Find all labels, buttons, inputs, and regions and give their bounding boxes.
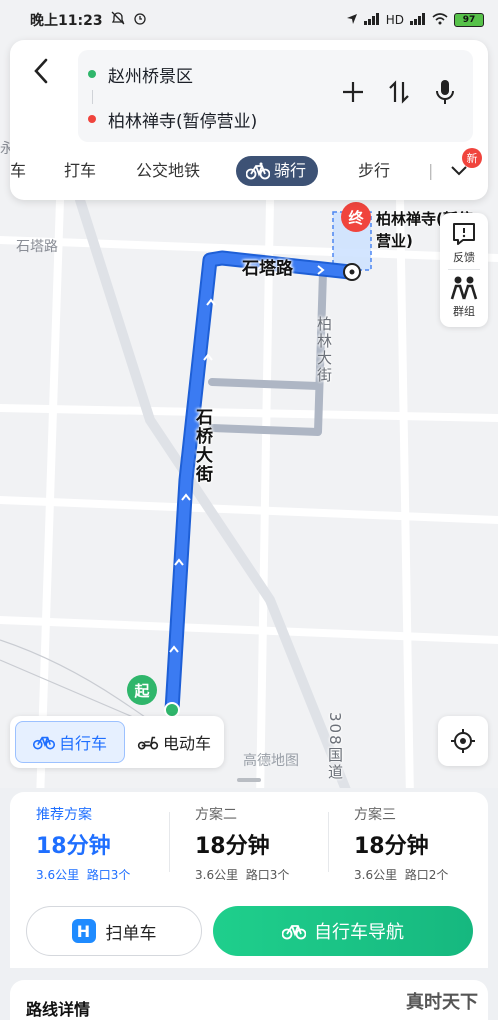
- road-label-guodao: 308国道: [326, 712, 344, 781]
- locate-icon: [451, 729, 475, 753]
- group-icon: [450, 276, 478, 300]
- battery-icon: 97: [454, 13, 484, 27]
- chevron-down-icon: [451, 166, 467, 176]
- swap-route-button[interactable]: [385, 78, 413, 106]
- group-label: 群组: [453, 305, 475, 318]
- bicycle-option-label: 自行车: [58, 734, 107, 753]
- feedback-button[interactable]: 反馈: [440, 221, 488, 265]
- alarm-icon: [133, 11, 147, 29]
- plan-lights: 路口3个: [245, 868, 290, 882]
- plan-title: 方案三: [354, 807, 396, 823]
- bicycle-icon: [32, 736, 55, 750]
- travel-mode-tabs: 车 打车 公交地铁 骑行 步行 | 新: [10, 148, 488, 190]
- tab-walking[interactable]: 步行: [358, 156, 390, 186]
- road-label-shita: 石塔路: [242, 259, 293, 279]
- plan-time: 18分钟: [354, 834, 429, 859]
- tab-partial-car[interactable]: 车: [10, 156, 26, 186]
- plan-distance: 3.6公里: [195, 868, 239, 882]
- start-pin: 起: [127, 675, 157, 705]
- microphone-icon: [436, 80, 454, 104]
- back-button[interactable]: [26, 56, 56, 86]
- destination-text: 柏林禅寺(暂停营业): [108, 111, 258, 132]
- road-label-bailin: 柏林大街: [315, 316, 333, 384]
- tab-cycling-label: 骑行: [274, 161, 307, 180]
- tab-cycling[interactable]: 骑行: [236, 156, 319, 186]
- status-bar: 晚上11:23 HD 97: [0, 0, 498, 40]
- start-navigation-label: 自行车导航: [314, 922, 404, 943]
- destination-field[interactable]: 柏林禅寺(暂停营业): [88, 104, 257, 134]
- map-provider-watermark: 高德地图: [243, 753, 299, 769]
- ebike-option[interactable]: 电动车: [128, 721, 220, 763]
- plan-title: 方案二: [195, 807, 237, 823]
- route-plans: 推荐方案 18分钟 3.6公里 路口3个 方案二 18分钟 3.6公里 路口3个…: [10, 792, 488, 892]
- wifi-icon: [432, 12, 448, 28]
- signal-icon-1: [363, 12, 380, 28]
- plan-distance: 3.6公里: [36, 868, 80, 882]
- plan-lights: 路口3个: [86, 868, 131, 882]
- start-navigation-button[interactable]: 自行车导航: [213, 906, 473, 956]
- map-side-tools: 反馈 群组: [440, 213, 488, 327]
- plus-icon: [343, 82, 363, 102]
- bicycle-icon: [282, 925, 306, 940]
- origin-dot: [88, 70, 96, 78]
- network-type: HD: [385, 13, 404, 27]
- route-separator: [92, 90, 93, 104]
- swap-icon: [389, 80, 409, 104]
- group-button[interactable]: 群组: [440, 275, 488, 319]
- destination-dot: [88, 115, 96, 123]
- plan-time: 18分钟: [36, 834, 111, 859]
- tab-transit[interactable]: 公交地铁: [136, 156, 200, 186]
- corner-watermark: 真时天下: [406, 992, 478, 1013]
- plan-meta: 3.6公里 路口2个: [354, 866, 448, 883]
- plan-meta: 3.6公里 路口3个: [195, 866, 289, 883]
- map-label-shita: 石塔路: [16, 239, 58, 255]
- voice-button[interactable]: [431, 78, 459, 106]
- plan-lights: 路口2个: [404, 868, 449, 882]
- bicycle-icon: [246, 162, 270, 180]
- sheet-drag-handle[interactable]: [237, 778, 261, 782]
- scan-bike-button[interactable]: H 扫单车: [26, 906, 202, 956]
- new-badge: 新: [462, 148, 482, 168]
- route-input-box: 赵州桥景区 柏林禅寺(暂停营业): [78, 50, 473, 142]
- plan-two[interactable]: 方案二 18分钟 3.6公里 路口3个: [169, 792, 328, 892]
- road-label-shiqiao: 石桥大街: [192, 408, 212, 484]
- signal-icon-2: [410, 12, 426, 28]
- tab-partial-hidden: |: [428, 161, 434, 180]
- vehicle-toggle: 自行车 电动车: [10, 716, 224, 768]
- bike-share-logo-icon: H: [71, 919, 96, 943]
- origin-field[interactable]: 赵州桥景区: [88, 59, 193, 89]
- tab-taxi[interactable]: 打车: [64, 156, 96, 186]
- bicycle-option[interactable]: 自行车: [15, 721, 125, 763]
- end-pin: 终: [341, 202, 371, 232]
- origin-text: 赵州桥景区: [108, 66, 193, 87]
- route-search-card: 赵州桥景区 柏林禅寺(暂停营业) 车 打车 公交地铁 骑行 步行 | 新: [10, 40, 488, 200]
- status-time: 晚上11:23: [30, 13, 103, 29]
- ebike-option-label: 电动车: [162, 734, 211, 753]
- plan-title: 推荐方案: [36, 807, 92, 823]
- plan-distance: 3.6公里: [354, 868, 398, 882]
- plan-meta: 3.6公里 路口3个: [36, 866, 130, 883]
- side-tools-divider: [448, 269, 480, 270]
- plan-recommended[interactable]: 推荐方案 18分钟 3.6公里 路口3个: [10, 792, 169, 892]
- plan-three[interactable]: 方案三 18分钟 3.6公里 路口2个: [328, 792, 487, 892]
- action-bar: H 扫单车 自行车导航: [10, 892, 488, 968]
- route-details-title: 路线详情: [26, 1000, 91, 1019]
- add-waypoint-button[interactable]: [339, 78, 367, 106]
- scooter-icon: [137, 736, 159, 750]
- scan-bike-label: 扫单车: [105, 923, 157, 944]
- plan-time: 18分钟: [195, 834, 270, 859]
- chevron-left-icon: [34, 58, 48, 84]
- feedback-icon: [453, 223, 475, 245]
- location-icon: [346, 13, 358, 28]
- mute-icon: [111, 11, 125, 29]
- feedback-label: 反馈: [453, 251, 475, 264]
- locate-me-button[interactable]: [438, 716, 488, 766]
